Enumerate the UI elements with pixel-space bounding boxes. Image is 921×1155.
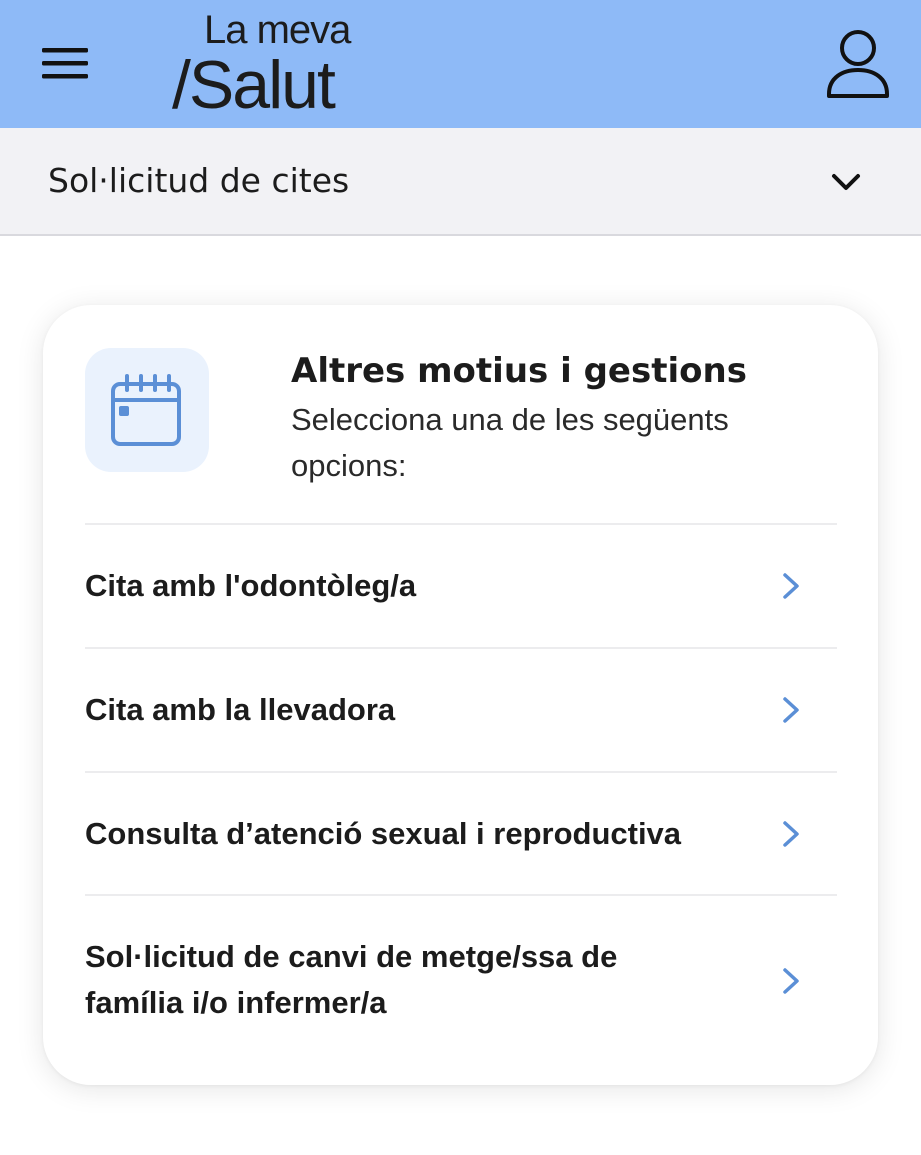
menu-button[interactable] [34,40,94,86]
chevron-right-icon [783,697,799,723]
chevron-right-icon [783,821,799,847]
card-title: Altres motius i gestions [291,351,747,391]
section-title: Sol·licitud de cites [48,161,350,200]
calendar-icon [111,374,181,446]
logo-line1: La meva [204,8,351,52]
chevron-right-icon [783,968,799,994]
option-label: Sol·licitud de canvi de metge/ssa de fam… [85,939,618,1020]
profile-button[interactable] [818,22,898,106]
card-subtitle: Selecciona una de les següents opcions: [291,402,729,483]
app-header: La meva /Salut [0,0,921,128]
card-icon-container [85,348,209,472]
option-label: Cita amb l'odontòleg/a [85,568,417,603]
chevron-down-icon [832,174,860,190]
option-midwife[interactable]: Cita amb la llevadora [85,649,837,771]
hamburger-menu-icon [42,48,88,79]
chevron-right-icon [783,573,799,599]
option-label: Consulta d’atenció sexual i reproductiva [85,816,682,851]
option-sexual-reproductive-care[interactable]: Consulta d’atenció sexual i reproductiva [85,773,837,895]
logo-line2: /Salut [172,47,336,123]
app-logo[interactable]: La meva /Salut [170,6,380,122]
section-dropdown[interactable]: Sol·licitud de cites [0,128,921,236]
option-change-doctor[interactable]: Sol·licitud de canvi de metge/ssa de fam… [85,896,837,1056]
options-card: Altres motius i gestions Selecciona una … [43,305,878,1085]
user-profile-icon [827,30,889,98]
option-dentist[interactable]: Cita amb l'odontòleg/a [85,525,837,647]
option-label: Cita amb la llevadora [85,692,396,727]
